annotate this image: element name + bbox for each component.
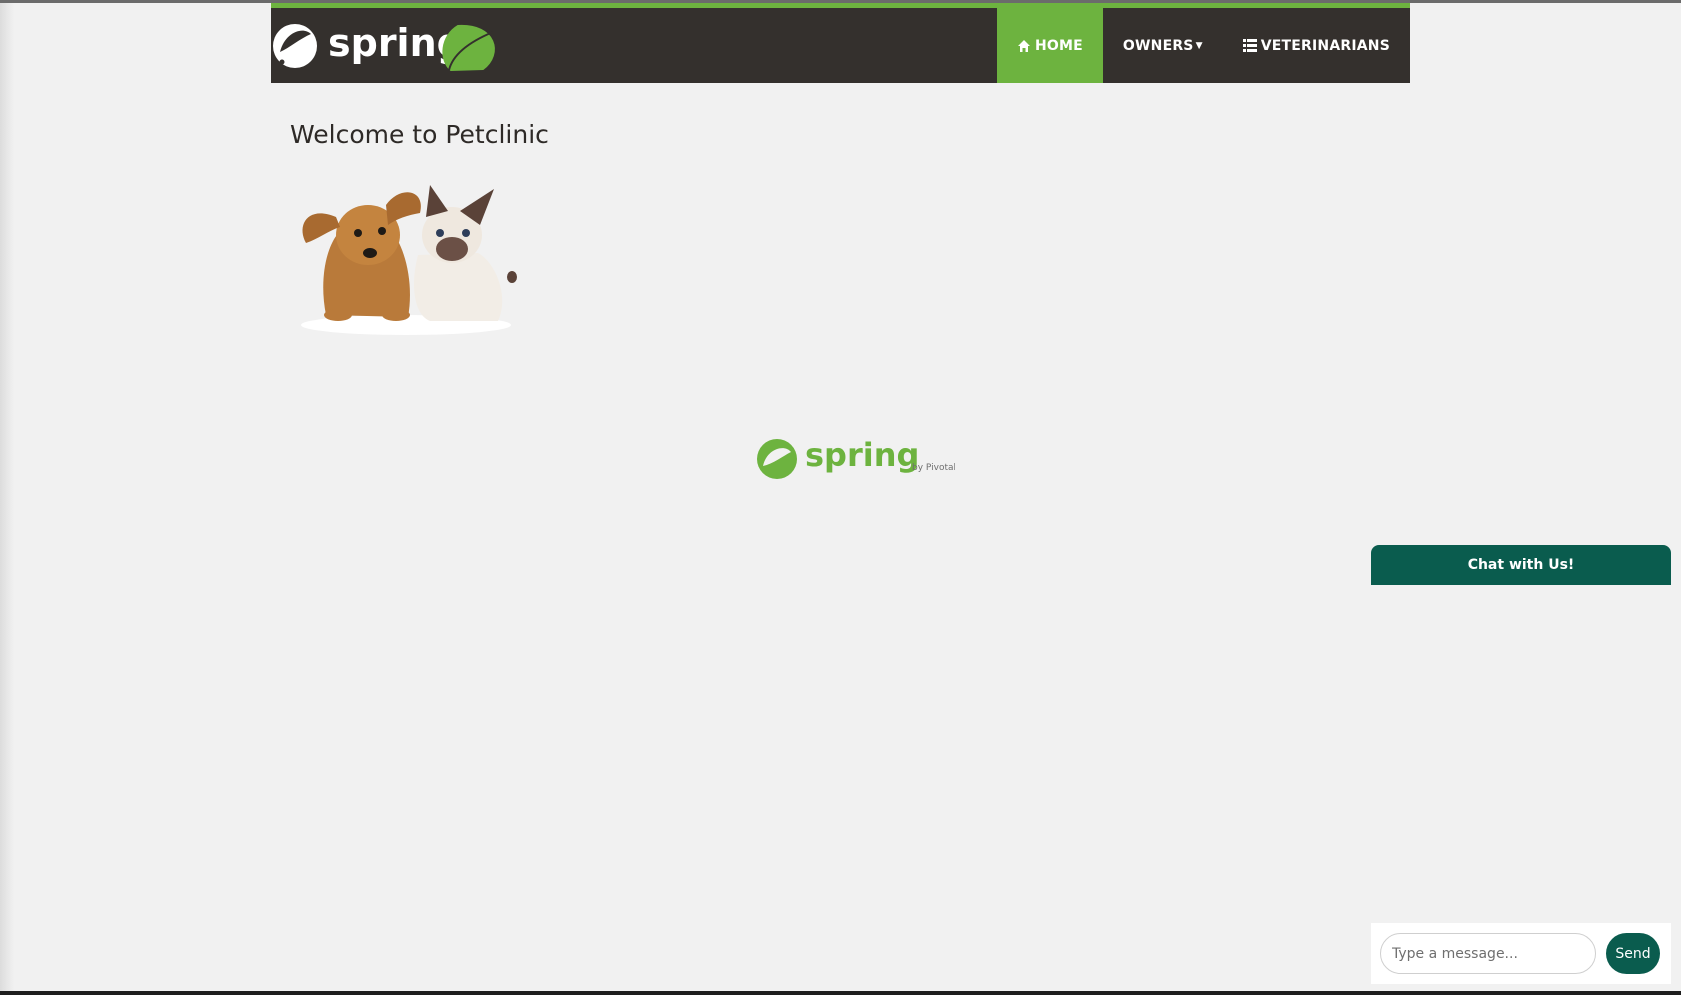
svg-text:spring: spring	[805, 436, 919, 474]
chat-widget: Chat with Us! Send	[1371, 545, 1671, 984]
home-icon	[1017, 39, 1031, 53]
chat-footer: Send	[1371, 923, 1671, 984]
chat-messages[interactable]	[1371, 585, 1671, 923]
nav-veterinarians-label: VETERINARIANS	[1260, 37, 1390, 54]
page-title: Welcome to Petclinic	[290, 120, 549, 149]
chat-header: Chat with Us!	[1371, 545, 1671, 585]
window-bottom-border	[0, 991, 1681, 995]
list-icon	[1242, 39, 1257, 52]
nav-veterinarians[interactable]: VETERINARIANS	[1223, 8, 1410, 83]
navbar: spring HOME OWNERS ▼ VETERINARIANS	[271, 3, 1410, 83]
footer-spring-logo: spring by Pivotal.	[757, 436, 955, 479]
main-nav: HOME OWNERS ▼ VETERINARIANS	[996, 8, 1410, 83]
nav-home[interactable]: HOME	[996, 8, 1103, 83]
window-edge-shadow	[0, 3, 14, 995]
send-button[interactable]: Send	[1606, 933, 1660, 974]
nav-owners[interactable]: OWNERS ▼	[1103, 8, 1223, 83]
spring-logo[interactable]: spring	[271, 14, 511, 74]
pets-image	[301, 185, 517, 335]
svg-text:by Pivotal.: by Pivotal.	[912, 463, 955, 473]
caret-down-icon: ▼	[1195, 40, 1203, 51]
nav-owners-label: OWNERS	[1122, 37, 1194, 54]
nav-home-label: HOME	[1034, 37, 1083, 54]
chat-message-input[interactable]	[1380, 933, 1596, 974]
